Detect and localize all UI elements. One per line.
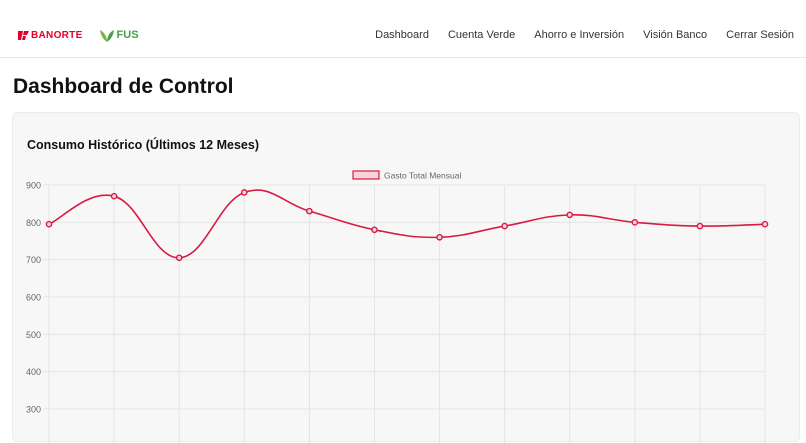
data-point	[240, 189, 248, 196]
nav-dashboard[interactable]: Dashboard	[375, 28, 429, 42]
main-nav: Dashboard Cuenta Verde Ahorro e Inversió…	[356, 28, 794, 42]
data-point	[110, 192, 118, 200]
fus-logo[interactable]: FUS	[99, 27, 139, 43]
page-title: Dashboard de Control	[13, 75, 234, 98]
data-point	[631, 219, 639, 226]
brand-logos: BANORTE FUS	[18, 27, 139, 43]
data-point	[566, 211, 574, 219]
data-point	[696, 222, 704, 230]
leaf-icon	[99, 30, 114, 42]
data-point	[436, 233, 443, 241]
chart-card: Consumo Histórico (Últimos 12 Meses) 900…	[12, 112, 800, 443]
data-point	[306, 207, 313, 215]
y-tick-label: 500	[26, 330, 41, 340]
data-point	[45, 220, 53, 228]
line-chart: 900 800 700 600 500 400 300 Gasto Total Mensual	[26, 170, 769, 443]
legend-label: Gasto Total Mensual	[384, 171, 461, 181]
fus-wordmark: FUS	[116, 29, 139, 41]
y-tick-label: 400	[26, 367, 41, 377]
y-tick-label: 600	[26, 293, 41, 303]
nav-ahorro-inversion[interactable]: Ahorro e Inversión	[534, 28, 624, 42]
nav-cerrar-sesion[interactable]: Cerrar Sesión	[726, 28, 794, 42]
y-tick-label: 800	[26, 218, 41, 228]
series-line	[48, 189, 766, 259]
data-point	[175, 254, 183, 262]
data-point	[501, 222, 508, 230]
data-point	[761, 220, 769, 228]
banorte-icon	[18, 30, 29, 40]
y-tick-label: 900	[26, 181, 41, 191]
y-tick-label: 700	[26, 255, 41, 265]
top-navbar: BANORTE FUS Dashboard Cuenta Verde Ahorr…	[0, 0, 806, 58]
banorte-logo[interactable]: BANORTE	[18, 30, 83, 41]
nav-cuenta-verde[interactable]: Cuenta Verde	[448, 28, 515, 42]
data-point	[371, 226, 378, 234]
nav-vision-banco[interactable]: Visión Banco	[643, 28, 707, 42]
legend-swatch	[352, 170, 380, 180]
banorte-wordmark: BANORTE	[31, 29, 83, 41]
y-tick-label: 300	[26, 405, 41, 415]
